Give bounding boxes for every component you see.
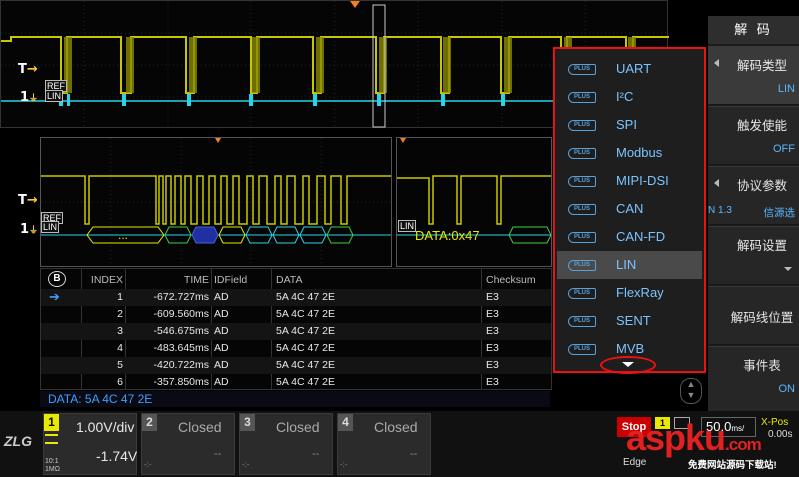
col-time: TIME [183,274,209,286]
plus-badge-icon: PLUS [568,64,596,75]
plus-badge-icon: PLUS [568,260,596,271]
table-row[interactable]: ➔ 1 -672.727ms AD 5A 4C 47 2E E3 [41,289,551,306]
ch4-settings-box[interactable]: 4 Closed -- -:- [337,413,431,475]
ch1-settings-box[interactable]: 1 1.00V/div -1.74V 10:1 1MΩ [43,413,137,475]
decode-type-button[interactable]: 解码类型 LIN [708,46,799,104]
decode-settings-button[interactable]: 解码设置 [708,226,799,284]
xpos-value: 0.00s [768,429,793,440]
table-row[interactable]: 6 -357.850ms AD 5A 4C 47 2E E3 [41,374,551,391]
col-data: DATA [276,274,303,286]
trigger-enable-button[interactable]: 触发使能 OFF [708,106,799,164]
zoom-data-label: DATA:0x47 [415,228,480,243]
plus-badge-icon: PLUS [568,148,596,159]
channel-status-bar: ZLG 1 1.00V/div -1.74V 10:1 1MΩ 2 Closed… [0,411,799,477]
watermark-subtitle: 免费网站源码下载站! [688,460,777,471]
decode-event-table[interactable]: B INDEX TIME IDField DATA Checksum ➔ 1 -… [40,268,552,390]
brand-logo: ZLG [4,433,32,449]
dropdown-item-sent[interactable]: PLUS SENT [557,307,702,335]
ch1-ground-marker[interactable]: 1⏚ [20,90,38,105]
dropdown-item-i2c[interactable]: PLUS I²C [557,83,702,111]
dropdown-item-can-fd[interactable]: PLUS CAN-FD [557,223,702,251]
dropdown-item-uart[interactable]: PLUS UART [557,55,702,83]
zoom-frame-label: ... [118,228,129,242]
table-row[interactable]: 4 -483.645ms AD 5A 4C 47 2E E3 [41,340,551,357]
dropdown-item-modbus[interactable]: PLUS Modbus [557,139,702,167]
trigger-level-marker[interactable]: T→ [18,62,38,77]
plus-badge-icon: PLUS [568,176,596,187]
ch3-settings-box[interactable]: 3 Closed -- -:- [239,413,333,475]
dropdown-item-can[interactable]: PLUS CAN [557,195,702,223]
dropdown-item-spi[interactable]: PLUS SPI [557,111,702,139]
plus-badge-icon: PLUS [568,204,596,215]
table-header: INDEX TIME IDField DATA Checksum [41,272,551,289]
protocol-params-button[interactable]: 协议参数 N 1.3 信源选 [708,166,799,224]
xpos-label: X-Pos [761,417,789,428]
watermark-logo: aspku.com [626,417,762,458]
chevron-left-icon [714,59,719,67]
decoded-data-bar: DATA: 5A 4C 47 2E [40,391,550,407]
col-idfield: IDField [214,274,248,286]
event-table-button[interactable]: 事件表 ON [708,346,799,411]
zoom-window-left[interactable]: ... [40,137,392,267]
col-checksum: Checksum [486,274,536,286]
zoom-lin-tag: LIN [41,221,60,233]
decode-type-dropdown[interactable]: PLUS UART PLUS I²C PLUS SPI PLUS Modbus PLUS… [553,47,706,374]
ch2-settings-box[interactable]: 2 Closed -- -:- [141,413,235,475]
lin-bus-tag: LIN [45,90,64,102]
chevron-down-icon [622,362,634,367]
chevron-left-icon [714,179,719,187]
plus-badge-icon: PLUS [568,232,596,243]
dropdown-item-mipi-dsi[interactable]: PLUS MIPI-DSI [557,167,702,195]
chevron-down-icon [784,267,792,271]
zoom-window-right[interactable]: LIN DATA:0x47 [396,137,552,267]
table-scroll-icon[interactable]: ▲ ▼ [680,378,702,404]
dropdown-item-lin[interactable]: PLUS LIN [557,251,702,279]
zoom-trace-right [397,138,552,244]
ch1-badge: 1 [44,414,59,431]
dc-coupling-icon [45,434,58,444]
scroll-more-button[interactable] [600,356,656,374]
row-pointer-icon: ➔ [49,289,60,304]
plus-badge-icon: PLUS [568,344,596,355]
decode-menu-panel: 解 码 解码类型 LIN 触发使能 OFF 协议参数 N 1.3 信源选 解码设… [708,16,799,411]
dropdown-item-flexray[interactable]: PLUS FlexRay [557,279,702,307]
table-row[interactable]: 2 -609.560ms AD 5A 4C 47 2E E3 [41,306,551,323]
zoom-ch1-marker[interactable]: 1⏚ [20,222,38,237]
table-row[interactable]: 3 -546.675ms AD 5A 4C 47 2E E3 [41,323,551,340]
zoom-right-lin-tag: LIN [398,220,417,232]
plus-badge-icon: PLUS [568,316,596,327]
zoom-trace-left [41,138,391,266]
menu-title: 解 码 [708,16,799,44]
decode-line-position-button[interactable]: 解码线位置 [708,286,799,344]
table-row[interactable]: 5 -420.722ms AD 5A 4C 47 2E E3 [41,357,551,374]
plus-badge-icon: PLUS [568,92,596,103]
zoom-trigger-marker[interactable]: T→ [18,193,38,208]
plus-badge-icon: PLUS [568,120,596,131]
plus-badge-icon: PLUS [568,288,596,299]
